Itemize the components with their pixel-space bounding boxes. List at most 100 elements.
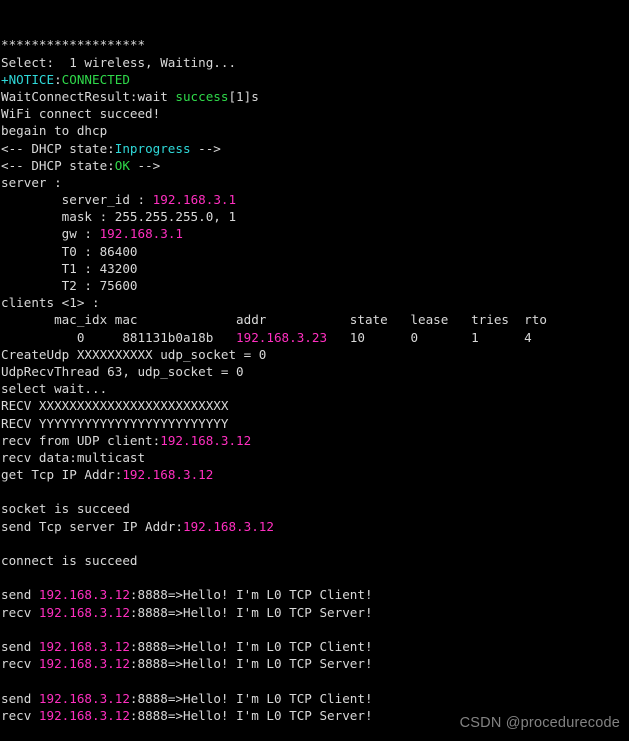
terminal-text-segment: 192.168.3.12	[160, 432, 252, 448]
terminal-text-segment: 192.168.3.1	[99, 226, 183, 242]
terminal-text-segment: Inprogress	[114, 140, 191, 156]
terminal-text-segment: mask : 255.255.255.0, 1	[1, 209, 237, 225]
terminal-text-segment: -->	[190, 140, 221, 156]
terminal-text-segment: get Tcp IP Addr:	[1, 467, 123, 483]
terminal-line: mac_idx mac addr state lease tries rto	[1, 311, 629, 328]
terminal-text-segment: CreateUdp XXXXXXXXXX udp_socket = 0	[1, 346, 267, 362]
terminal-line: recv 192.168.3.12:8888=>Hello! I'm L0 TC…	[1, 655, 629, 672]
terminal-line: begain to dhcp	[1, 122, 629, 139]
terminal-text-segment: :	[54, 71, 62, 87]
terminal-text-segment: +NOTICE	[1, 71, 55, 87]
terminal-text-segment: server :	[1, 174, 62, 190]
terminal-line: *******************	[1, 36, 629, 53]
terminal-text-segment: :8888=>Hello! I'm L0 TCP Server!	[129, 604, 373, 620]
terminal-text-segment: :8888=>Hello! I'm L0 TCP Server!	[129, 656, 373, 672]
terminal-line: gw : 192.168.3.1	[1, 225, 629, 242]
terminal-text-segment: send	[1, 690, 39, 706]
terminal-text-segment: T1 : 43200	[1, 260, 138, 276]
terminal-text-segment: 192.168.3.12	[122, 467, 214, 483]
terminal-text-segment: <-- DHCP state:	[1, 157, 115, 173]
terminal-text-segment: Select: 1 wireless, Waiting...	[1, 54, 237, 70]
terminal-text-segment: mac_idx mac addr state lease tries rto	[1, 312, 547, 328]
terminal-line: get Tcp IP Addr:192.168.3.12	[1, 466, 629, 483]
terminal-text-segment: clients <1> :	[1, 295, 100, 311]
terminal-line: send 192.168.3.12:8888=>Hello! I'm L0 TC…	[1, 638, 629, 655]
terminal-text-segment: OK	[114, 157, 130, 173]
terminal-text-segment: 192.168.3.12	[38, 604, 130, 620]
terminal-line: send 192.168.3.12:8888=>Hello! I'm L0 TC…	[1, 690, 629, 707]
terminal-text-segment: connect is succeed	[1, 553, 138, 569]
terminal-text-segment: 192.168.3.12	[38, 690, 130, 706]
terminal-text-segment: -->	[129, 157, 161, 173]
terminal-text-segment: recv data:multicast	[1, 449, 146, 465]
terminal-text-segment: WiFi connect succeed!	[1, 106, 161, 122]
terminal-line: socket is succeed	[1, 500, 629, 517]
terminal-line: clients <1> :	[1, 294, 629, 311]
terminal-line: server_id : 192.168.3.1	[1, 191, 629, 208]
terminal-text-segment: 192.168.3.12	[182, 518, 274, 534]
terminal-text-segment: 192.168.3.1	[152, 192, 237, 208]
terminal-text-segment: select wait...	[1, 381, 108, 397]
terminal-text-segment: 192.168.3.12	[38, 707, 130, 723]
terminal-text-segment: socket is succeed	[1, 501, 130, 517]
terminal-text-segment: [1]s	[228, 88, 259, 104]
terminal-line: connect is succeed	[1, 552, 629, 569]
terminal-text-segment: recv	[1, 604, 39, 620]
terminal-line: +NOTICE:CONNECTED	[1, 71, 629, 88]
terminal-line: RECV XXXXXXXXXXXXXXXXXXXXXXXXX	[1, 397, 629, 414]
terminal-text-segment: <-- DHCP state:	[1, 140, 115, 156]
terminal-text-segment: :8888=>Hello! I'm L0 TCP Server!	[129, 707, 373, 723]
terminal-line: UdpRecvThread 63, udp_socket = 0	[1, 363, 629, 380]
terminal-text-segment: begain to dhcp	[1, 123, 108, 139]
terminal-line: CreateUdp XXXXXXXXXX udp_socket = 0	[1, 346, 629, 363]
terminal-line: send 192.168.3.12:8888=>Hello! I'm L0 TC…	[1, 586, 629, 603]
terminal-line: RECV YYYYYYYYYYYYYYYYYYYYYYYYY	[1, 415, 629, 432]
terminal-text-segment: CONNECTED	[61, 71, 130, 87]
terminal-line: <-- DHCP state:OK -->	[1, 157, 629, 174]
terminal-text-segment: recv	[1, 707, 39, 723]
terminal-line: server :	[1, 174, 629, 191]
terminal-line: select wait...	[1, 380, 629, 397]
terminal-text-segment: :8888=>Hello! I'm L0 TCP Client!	[129, 587, 373, 603]
terminal-text-segment: WaitConnectResult:wait	[1, 88, 176, 104]
terminal-text-segment: 192.168.3.12	[38, 638, 130, 654]
terminal-line: send Tcp server IP Addr:192.168.3.12	[1, 518, 629, 535]
terminal-line: recv from UDP client:192.168.3.12	[1, 432, 629, 449]
terminal-line: WaitConnectResult:wait success[1]s	[1, 88, 629, 105]
terminal-text-segment: gw :	[1, 226, 100, 242]
terminal-line: WiFi connect succeed!	[1, 105, 629, 122]
terminal-text-segment: T0 : 86400	[1, 243, 138, 259]
terminal-line: T1 : 43200	[1, 260, 629, 277]
terminal-text-segment: RECV XXXXXXXXXXXXXXXXXXXXXXXXX	[1, 398, 229, 414]
terminal-line: 0 881131b0a18b 192.168.3.23 10 0 1 4	[1, 329, 629, 346]
terminal-output[interactable]: ******************* Select: 1 wireless, W…	[0, 0, 629, 741]
csdn-watermark: CSDN @procedurecode	[459, 714, 620, 731]
terminal-text-segment: T2 : 75600	[1, 278, 138, 294]
terminal-text-segment: 10 0 1 4	[327, 329, 532, 345]
terminal-line: T2 : 75600	[1, 277, 629, 294]
terminal-text-segment: success	[175, 88, 229, 104]
terminal-text-segment: recv from UDP client:	[1, 432, 161, 448]
terminal-line: recv data:multicast	[1, 449, 629, 466]
terminal-text-segment: server_id :	[1, 192, 153, 208]
terminal-text-segment: :8888=>Hello! I'm L0 TCP Client!	[129, 690, 373, 706]
terminal-text-segment: recv	[1, 656, 39, 672]
terminal-line: T0 : 86400	[1, 243, 629, 260]
terminal-text-segment: 192.168.3.12	[38, 587, 130, 603]
terminal-text-segment: RECV YYYYYYYYYYYYYYYYYYYYYYYYY	[1, 415, 229, 431]
terminal-line: recv 192.168.3.12:8888=>Hello! I'm L0 TC…	[1, 604, 629, 621]
terminal-text-segment: send Tcp server IP Addr:	[1, 518, 183, 534]
terminal-text-segment: :8888=>Hello! I'm L0 TCP Client!	[129, 638, 373, 654]
terminal-text-segment: 192.168.3.23	[236, 329, 328, 345]
terminal-text-segment: 192.168.3.12	[38, 656, 130, 672]
terminal-line: Select: 1 wireless, Waiting...	[1, 54, 629, 71]
terminal-text-segment: send	[1, 638, 39, 654]
terminal-text-segment: UdpRecvThread 63, udp_socket = 0	[1, 363, 244, 379]
terminal-text-segment: *******************	[1, 37, 146, 53]
terminal-log-lines: ******************* Select: 1 wireless, W…	[1, 36, 629, 741]
